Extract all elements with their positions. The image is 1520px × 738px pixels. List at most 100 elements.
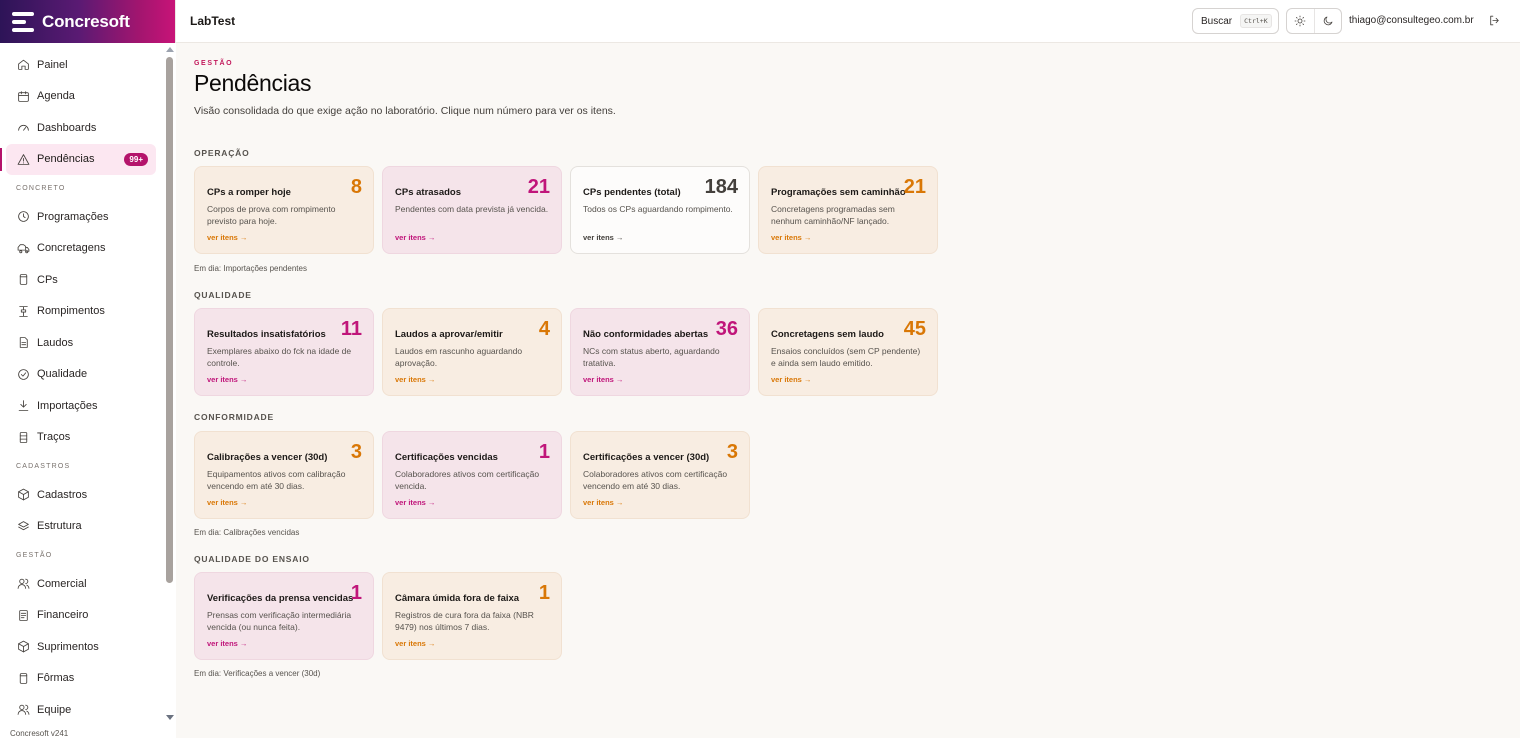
gauge-icon (18, 125, 29, 131)
card-description: Pendentes com data prevista já vencida. (395, 204, 549, 214)
sidebar-item-suprimentos[interactable]: Suprimentos (0, 631, 164, 663)
sidebar-item-label: Estrutura (37, 520, 82, 533)
card-count[interactable]: 36 (716, 318, 738, 341)
cards-conformidade: Calibrações a vencer (30d) 3 Equipamento… (194, 431, 750, 519)
pending-card[interactable]: CPs atrasados 21 Pendentes com data prev… (382, 166, 562, 254)
calendar-icon (18, 90, 29, 102)
card-count[interactable]: 21 (528, 176, 550, 199)
view-items-link[interactable]: ver itens → (771, 233, 811, 242)
view-items-link[interactable]: ver itens → (207, 639, 247, 648)
sidebar-item-concretagens[interactable]: Concretagens (0, 233, 164, 265)
view-items-link[interactable]: ver itens → (395, 639, 435, 648)
search-label: Buscar (1201, 15, 1233, 27)
card-count[interactable]: 8 (351, 176, 362, 199)
sidebar-item-qualidade[interactable]: Qualidade (0, 359, 164, 391)
view-items-link[interactable]: ver itens → (207, 375, 247, 384)
pending-card[interactable]: Certificações a vencer (30d) 3 Colaborad… (570, 431, 750, 519)
card-count[interactable]: 21 (904, 176, 926, 199)
sidebar-item-tracos[interactable]: Traços (0, 422, 164, 454)
sidebar-item-label: Rompimentos (37, 305, 105, 318)
pending-card[interactable]: CPs a romper hoje 8 Corpos de prova com … (194, 166, 374, 254)
package-icon (18, 640, 29, 653)
section-footnote: Em dia: Verificações a vencer (30d) (194, 669, 321, 678)
card-description: Corpos de prova com rompimento previsto … (207, 204, 336, 226)
card-title: Verificações da prensa vencidas (207, 593, 354, 604)
card-count[interactable]: 1 (351, 582, 362, 605)
pending-card[interactable]: Certificações vencidas 1 Colaboradores a… (382, 431, 562, 519)
cards-operacao: CPs a romper hoje 8 Corpos de prova com … (194, 166, 938, 254)
scroll-thumb[interactable] (166, 57, 173, 583)
brand-name: Concresoft (42, 11, 130, 31)
view-items-link[interactable]: ver itens → (395, 233, 435, 242)
pending-card[interactable]: CPs pendentes (total) 184 Todos os CPs a… (570, 166, 750, 254)
card-count[interactable]: 1 (539, 441, 550, 464)
sidebar-item-agenda[interactable]: Agenda (0, 81, 164, 113)
pending-card[interactable]: Resultados insatisfatórios 11 Exemplares… (194, 308, 374, 396)
pending-card[interactable]: Verificações da prensa vencidas 1 Prensa… (194, 572, 374, 660)
pending-card[interactable]: Câmara úmida fora de faixa 1 Registros d… (382, 572, 562, 660)
sidebar-item-comercial[interactable]: Comercial (0, 568, 164, 600)
sidebar-item-importacoes[interactable]: Importações (0, 390, 164, 422)
user-email[interactable]: thiago@consultegeo.com.br (1349, 15, 1474, 26)
scroll-up-icon[interactable] (166, 47, 174, 52)
card-description: Registros de cura fora da faixa (NBR 947… (395, 610, 534, 632)
view-items-link[interactable]: ver itens → (583, 375, 623, 384)
cards-qualidade: Resultados insatisfatórios 11 Exemplares… (194, 308, 938, 396)
sidebar-item-cadastros[interactable]: Cadastros (0, 479, 164, 511)
card-title: Certificações vencidas (395, 452, 498, 463)
card-count[interactable]: 3 (351, 441, 362, 464)
sidebar-item-programacoes[interactable]: Programações (0, 201, 164, 233)
sidebar-item-formas[interactable]: Fôrmas (0, 663, 164, 695)
view-items-link[interactable]: ver itens → (771, 375, 811, 384)
pending-card[interactable]: Programações sem caminhão 21 Concretagen… (758, 166, 938, 254)
pending-card[interactable]: Não conformidades abertas 36 NCs com sta… (570, 308, 750, 396)
sidebar-item-dashboards[interactable]: Dashboards (0, 112, 164, 144)
card-count[interactable]: 4 (539, 318, 550, 341)
sidebar-item-estrutura[interactable]: Estrutura (0, 511, 164, 543)
page-subtitle: Visão consolidada do que exige ação no l… (194, 105, 616, 117)
sidebar-item-label: Pendências (37, 153, 95, 166)
pending-card[interactable]: Calibrações a vencer (30d) 3 Equipamento… (194, 431, 374, 519)
card-count[interactable]: 1 (539, 582, 550, 605)
view-items-link[interactable]: ver itens → (207, 498, 247, 507)
card-description: NCs com status aberto, aguardando tratat… (583, 346, 720, 368)
sidebar-item-label: Fôrmas (37, 672, 75, 685)
download-icon (18, 400, 29, 412)
sidebar-item-laudos[interactable]: Laudos (0, 327, 164, 359)
card-title: Programações sem caminhão (771, 187, 906, 198)
cylinder-icon (19, 672, 28, 684)
brand-header[interactable]: Concresoft (0, 0, 175, 43)
sidebar-scrollbar[interactable] (164, 43, 176, 738)
card-title: Não conformidades abertas (583, 329, 709, 340)
pending-card[interactable]: Laudos a aprovar/emitir 4 Laudos em rasc… (382, 308, 562, 396)
view-items-link[interactable]: ver itens → (395, 498, 435, 507)
sidebar-item-cps[interactable]: CPs (0, 264, 164, 296)
sidebar-item-painel[interactable]: Painel (0, 49, 164, 81)
logout-icon[interactable] (1488, 14, 1501, 27)
sidebar-item-rompimentos[interactable]: Rompimentos (0, 296, 164, 328)
view-items-link[interactable]: ver itens → (395, 375, 435, 384)
sidebar-item-financeiro[interactable]: Financeiro (0, 600, 164, 632)
card-description: Prensas com verificação intermediária ve… (207, 610, 352, 632)
view-items-link[interactable]: ver itens → (583, 233, 623, 242)
sidebar-section-gestao: GESTÃO (16, 552, 53, 559)
card-count[interactable]: 184 (705, 176, 738, 199)
search-button[interactable]: Buscar Ctrl+K (1192, 8, 1279, 34)
card-title: Resultados insatisfatórios (207, 329, 326, 340)
view-items-link[interactable]: ver itens → (207, 233, 247, 242)
users-icon (17, 578, 30, 590)
card-title: Certificações a vencer (30d) (583, 452, 710, 463)
dark-theme-button[interactable] (1315, 9, 1342, 33)
pending-card[interactable]: Concretagens sem laudo 45 Ensaios conclu… (758, 308, 938, 396)
sidebar-item-pendencias[interactable]: Pendências 99+ (0, 143, 156, 175)
view-items-link[interactable]: ver itens → (583, 498, 623, 507)
light-theme-button[interactable] (1287, 9, 1315, 33)
section-title-qualidade-ensaio: QUALIDADE DO ENSAIO (194, 554, 310, 564)
card-count[interactable]: 11 (341, 318, 362, 341)
card-count[interactable]: 3 (727, 441, 738, 464)
sidebar-item-equipe[interactable]: Equipe (0, 694, 164, 726)
card-description: Exemplares abaixo do fck na idade de con… (207, 346, 352, 368)
scroll-down-icon[interactable] (166, 715, 174, 720)
moon-icon (1323, 16, 1333, 26)
card-count[interactable]: 45 (904, 318, 926, 341)
